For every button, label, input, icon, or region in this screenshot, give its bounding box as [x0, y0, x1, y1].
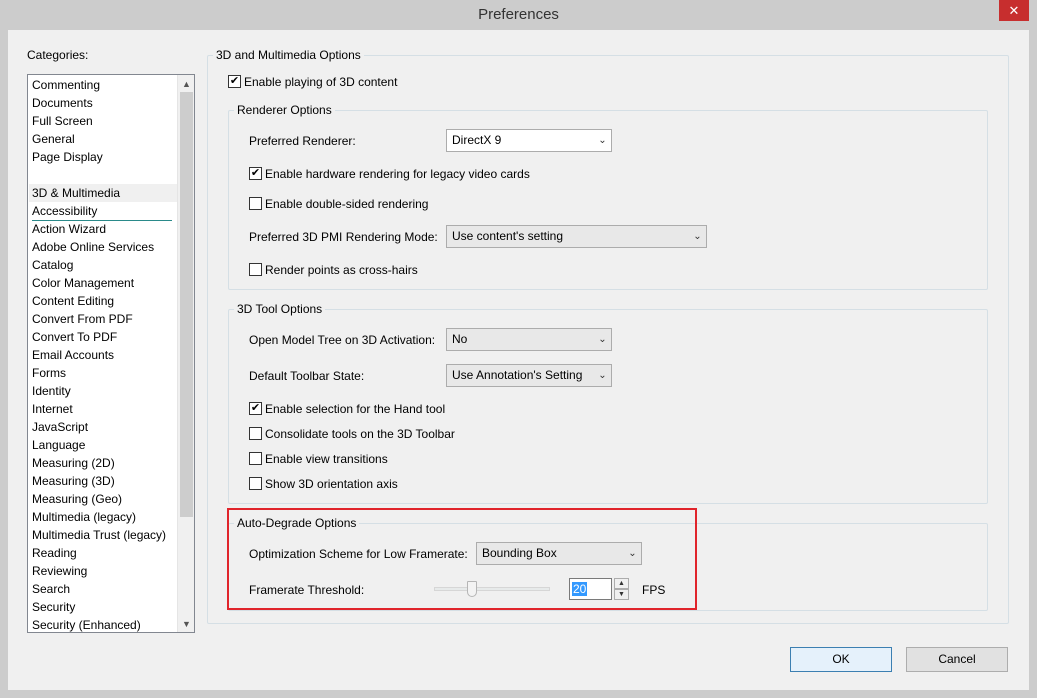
model-tree-label: Open Model Tree on 3D Activation: — [249, 333, 436, 347]
check-icon: ✔ — [250, 402, 261, 414]
category-item[interactable]: Documents — [32, 94, 93, 112]
category-item[interactable]: Accessibility — [32, 202, 97, 220]
category-item[interactable]: Reviewing — [32, 562, 87, 580]
annotation-highlight-box — [227, 508, 697, 610]
renderer-options-title: Renderer Options — [234, 103, 335, 117]
category-item[interactable]: JavaScript — [32, 418, 88, 436]
toolbar-state-value: Use Annotation's Setting — [452, 368, 583, 382]
category-item[interactable]: Identity — [32, 382, 71, 400]
category-item[interactable]: Color Management — [32, 274, 134, 292]
category-item[interactable]: Page Display — [32, 148, 103, 166]
category-item[interactable]: Reading — [32, 544, 77, 562]
consolidate-label: Consolidate tools on the 3D Toolbar — [265, 427, 455, 441]
dialog-client-area: Categories: ▲ ▼ Commenting Documents Full … — [8, 30, 1029, 690]
category-item[interactable]: 3D & Multimedia — [29, 184, 177, 202]
scroll-up-icon[interactable]: ▲ — [178, 75, 194, 92]
hand-tool-checkbox[interactable]: ✔ — [249, 402, 262, 415]
category-item[interactable]: Convert To PDF — [32, 328, 117, 346]
check-icon: ✔ — [229, 75, 240, 87]
orientation-axis-checkbox[interactable] — [249, 477, 262, 490]
pmi-mode-value: Use content's setting — [452, 229, 564, 243]
pmi-mode-label: Preferred 3D PMI Rendering Mode: — [249, 230, 438, 244]
toolbar-state-label: Default Toolbar State: — [249, 369, 365, 383]
chevron-down-icon: ⌄ — [598, 370, 607, 381]
view-transitions-label: Enable view transitions — [265, 452, 388, 466]
category-item[interactable]: Internet — [32, 400, 73, 418]
category-item[interactable]: Forms — [32, 364, 66, 382]
categories-label: Categories: — [27, 48, 89, 62]
close-button[interactable]: ✕ — [999, 0, 1029, 21]
title-bar[interactable]: Preferences ✕ — [0, 0, 1037, 30]
category-item[interactable]: Security (Enhanced) — [32, 616, 141, 632]
hw-rendering-label: Enable hardware rendering for legacy vid… — [265, 167, 530, 181]
category-item[interactable]: Search — [32, 580, 70, 598]
window-title: Preferences — [478, 6, 559, 23]
category-item[interactable]: Security — [32, 598, 75, 616]
scroll-down-icon[interactable]: ▼ — [178, 615, 194, 632]
category-item[interactable]: Measuring (3D) — [32, 472, 115, 490]
category-item[interactable]: Convert From PDF — [32, 310, 133, 328]
hw-rendering-checkbox[interactable]: ✔ — [249, 167, 262, 180]
category-item[interactable]: Action Wizard — [32, 220, 106, 238]
pmi-mode-select[interactable]: Use content's setting ⌄ — [446, 225, 707, 248]
preferred-renderer-select[interactable]: DirectX 9 ⌄ — [446, 129, 612, 152]
preferences-window: Preferences ✕ Categories: ▲ ▼ Commenting… — [0, 0, 1037, 698]
category-item[interactable]: Measuring (2D) — [32, 454, 115, 472]
category-item[interactable]: General — [32, 130, 75, 148]
double-sided-label: Enable double-sided rendering — [265, 197, 429, 211]
check-icon: ✔ — [250, 167, 261, 179]
orientation-axis-label: Show 3D orientation axis — [265, 477, 398, 491]
preferred-renderer-value: DirectX 9 — [452, 133, 502, 147]
close-icon: ✕ — [1008, 2, 1020, 18]
chevron-down-icon: ⌄ — [693, 231, 702, 242]
consolidate-checkbox[interactable] — [249, 427, 262, 440]
ok-button[interactable]: OK — [790, 647, 892, 672]
enable-3d-label: Enable playing of 3D content — [244, 75, 398, 89]
category-item[interactable]: Content Editing — [32, 292, 114, 310]
3d-tool-options-title: 3D Tool Options — [234, 302, 326, 316]
category-item[interactable]: Adobe Online Services — [32, 238, 154, 256]
3d-multimedia-options-title: 3D and Multimedia Options — [213, 48, 364, 62]
category-item[interactable]: Email Accounts — [32, 346, 114, 364]
hand-tool-label: Enable selection for the Hand tool — [265, 402, 446, 416]
chevron-down-icon: ⌄ — [598, 135, 607, 146]
model-tree-value: No — [452, 332, 468, 346]
categories-scrollbar[interactable]: ▲ ▼ — [177, 75, 194, 632]
categories-list[interactable]: ▲ ▼ Commenting Documents Full Screen Genera… — [27, 74, 195, 633]
chevron-down-icon: ⌄ — [598, 334, 607, 345]
crosshairs-label: Render points as cross-hairs — [265, 263, 418, 277]
category-item[interactable]: Full Screen — [32, 112, 93, 130]
category-item[interactable]: Multimedia (legacy) — [32, 508, 136, 526]
preferred-renderer-label: Preferred Renderer: — [249, 134, 356, 148]
cancel-button[interactable]: Cancel — [906, 647, 1008, 672]
double-sided-checkbox[interactable] — [249, 197, 262, 210]
view-transitions-checkbox[interactable] — [249, 452, 262, 465]
scroll-thumb[interactable] — [180, 92, 193, 517]
category-item[interactable]: Language — [32, 436, 85, 454]
category-item[interactable]: Commenting — [32, 76, 100, 94]
toolbar-state-select[interactable]: Use Annotation's Setting ⌄ — [446, 364, 612, 387]
category-item[interactable]: Measuring (Geo) — [32, 490, 122, 508]
category-item[interactable]: Multimedia Trust (legacy) — [32, 526, 166, 544]
category-item[interactable]: Catalog — [32, 256, 73, 274]
model-tree-select[interactable]: No ⌄ — [446, 328, 612, 351]
crosshairs-checkbox[interactable] — [249, 263, 262, 276]
enable-3d-checkbox[interactable]: ✔ — [228, 75, 241, 88]
